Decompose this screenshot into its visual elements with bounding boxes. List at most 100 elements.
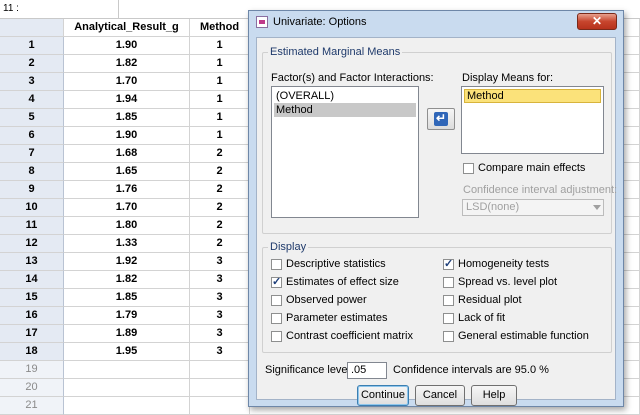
cell-method[interactable]: 2 [190,145,250,163]
list-item-overall[interactable]: (OVERALL) [274,89,416,103]
cell-analytical-result[interactable]: 1.65 [64,163,190,181]
cell-method[interactable]: 2 [190,199,250,217]
spread-vs-level-plot-checkbox[interactable] [443,277,454,288]
cell-analytical-result[interactable]: 1.85 [64,289,190,307]
row-number[interactable]: 4 [0,91,64,109]
spread-vs-level-plot-label: Spread vs. level plot [458,276,558,288]
row-number[interactable]: 11 [0,217,64,235]
factors-listbox[interactable]: (OVERALL) Method [271,86,419,218]
cell-analytical-result[interactable]: 1.82 [64,271,190,289]
row-number[interactable]: 12 [0,235,64,253]
close-button[interactable]: ✕ [577,13,617,30]
cell-method[interactable]: 1 [190,127,250,145]
descriptive-statistics-checkbox[interactable] [271,259,282,270]
cell-analytical-result[interactable]: 1.70 [64,73,190,91]
list-item-method-selected[interactable]: Method [464,89,601,103]
cell-analytical-result[interactable]: 1.76 [64,181,190,199]
cell-method[interactable]: 1 [190,91,250,109]
cell-analytical-result[interactable]: 1.80 [64,217,190,235]
row-number[interactable]: 18 [0,343,64,361]
cell-analytical-result[interactable]: 1.92 [64,253,190,271]
cell-method[interactable]: 3 [190,253,250,271]
row-number[interactable]: 6 [0,127,64,145]
row-number[interactable]: 19 [0,361,64,379]
row-number[interactable]: 13 [0,253,64,271]
row-number[interactable]: 5 [0,109,64,127]
column-header-method[interactable]: Method [190,19,250,37]
row-number[interactable]: 17 [0,325,64,343]
divider [118,0,119,19]
factors-label: Factor(s) and Factor Interactions: [271,72,434,84]
cell-analytical-result[interactable]: 1.82 [64,55,190,73]
contrast-coefficient-matrix-label: Contrast coefficient matrix [286,330,413,342]
cell-method[interactable] [190,361,250,379]
cell-method[interactable]: 1 [190,73,250,91]
row-number[interactable]: 10 [0,199,64,217]
cell-analytical-result[interactable]: 1.89 [64,325,190,343]
homogeneity-tests-checkbox[interactable] [443,257,454,270]
row-number[interactable]: 16 [0,307,64,325]
row-number[interactable]: 20 [0,379,64,397]
cell-analytical-result[interactable]: 1.68 [64,145,190,163]
general-estimable-function-label: General estimable function [458,330,589,342]
display-means-listbox[interactable]: Method [461,86,604,154]
cell-method[interactable]: 2 [190,163,250,181]
cell-method[interactable] [190,379,250,397]
cell-method[interactable]: 1 [190,37,250,55]
column-header-analytical-result[interactable]: Analytical_Result_g [64,19,190,37]
observed-power-checkbox[interactable] [271,295,282,306]
dialog-titlebar[interactable]: Univariate: Options ✕ [249,11,623,34]
cell-method[interactable]: 2 [190,217,250,235]
cell-method[interactable]: 3 [190,307,250,325]
cell-method[interactable]: 3 [190,271,250,289]
row-number[interactable]: 3 [0,73,64,91]
row-number[interactable]: 7 [0,145,64,163]
cell-analytical-result[interactable]: 1.90 [64,37,190,55]
cell-analytical-result[interactable]: 1.95 [64,343,190,361]
cell-analytical-result[interactable] [64,397,190,415]
residual-plot-label: Residual plot [458,294,522,306]
cell-method[interactable]: 3 [190,343,250,361]
estimates-of-effect-size-checkbox[interactable] [271,275,282,288]
cancel-button[interactable]: Cancel [415,385,465,406]
compare-main-effects-checkbox[interactable] [463,163,474,174]
continue-button[interactable]: Continue [357,385,409,406]
contrast-coefficient-matrix-checkbox[interactable] [271,331,282,342]
ci-adjustment-combo[interactable]: LSD(none) [462,199,604,216]
row-number[interactable]: 14 [0,271,64,289]
cell-method[interactable]: 2 [190,235,250,253]
parameter-estimates-label: Parameter estimates [286,312,388,324]
cell-method[interactable]: 1 [190,109,250,127]
row-number[interactable]: 15 [0,289,64,307]
cell-analytical-result[interactable]: 1.94 [64,91,190,109]
cell-method[interactable]: 2 [190,181,250,199]
move-button[interactable]: ↵ [427,108,455,130]
row-number[interactable]: 2 [0,55,64,73]
cell-analytical-result[interactable] [64,361,190,379]
cell-method[interactable]: 3 [190,289,250,307]
help-button[interactable]: Help [471,385,517,406]
row-number[interactable]: 9 [0,181,64,199]
cell-method[interactable]: 3 [190,325,250,343]
row-number[interactable]: 1 [0,37,64,55]
cell-analytical-result[interactable]: 1.33 [64,235,190,253]
significance-label: Significance level: [265,364,354,376]
cell-analytical-result[interactable] [64,379,190,397]
cell-analytical-result[interactable]: 1.79 [64,307,190,325]
row-number[interactable]: 8 [0,163,64,181]
general-estimable-function-checkbox[interactable] [443,331,454,342]
cell-analytical-result[interactable]: 1.90 [64,127,190,145]
cell-analytical-result[interactable]: 1.85 [64,109,190,127]
cell-method[interactable] [190,397,250,415]
display-legend: Display [270,241,307,253]
lack-of-fit-checkbox[interactable] [443,313,454,324]
list-item-method[interactable]: Method [274,103,416,117]
grid-corner [0,19,64,37]
cell-analytical-result[interactable]: 1.70 [64,199,190,217]
row-number[interactable]: 21 [0,397,64,415]
parameter-estimates-checkbox[interactable] [271,313,282,324]
residual-plot-checkbox[interactable] [443,295,454,306]
significance-input[interactable]: .05 [347,362,387,379]
cell-method[interactable]: 1 [190,55,250,73]
compare-main-effects-label: Compare main effects [478,162,586,174]
